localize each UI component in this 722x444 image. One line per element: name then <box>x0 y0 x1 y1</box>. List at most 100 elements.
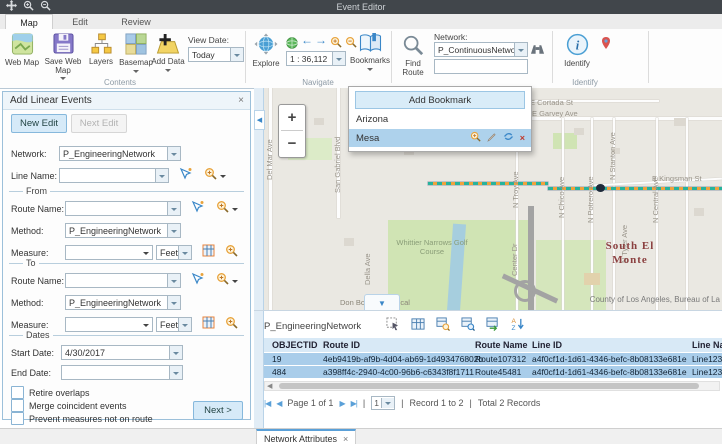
to-select-route-icon[interactable] <box>191 272 204 290</box>
to-method-select[interactable]: P_EngineeringNetwork <box>65 295 181 310</box>
from-zoom-caret-icon[interactable] <box>232 208 238 214</box>
bookmark-item-label: Mesa <box>356 133 379 144</box>
scrollbar-thumb[interactable] <box>279 383 699 389</box>
to-measure-zoom-icon[interactable] <box>225 316 238 334</box>
collapse-panel-button[interactable]: ◀ <box>254 110 265 130</box>
panel-close-icon[interactable]: × <box>238 95 244 106</box>
bookmark-refresh-icon[interactable] <box>503 131 514 145</box>
end-date-select[interactable] <box>61 365 183 380</box>
bookmark-item-arizona[interactable]: Arizona <box>349 111 531 127</box>
start-date-select[interactable]: 4/30/2017 <box>61 345 183 360</box>
cell-line-id: a4f0cf1d-1d61-4346-befc-8b08133e681e <box>532 354 687 364</box>
tab-map[interactable]: Map <box>5 14 53 30</box>
map-zoom-in-button[interactable]: + <box>279 105 305 130</box>
bookmark-delete-icon[interactable]: × <box>520 133 525 143</box>
table-icon[interactable] <box>411 317 425 336</box>
route-input[interactable] <box>434 59 528 74</box>
bookmark-zoom-icon[interactable] <box>470 131 481 145</box>
route-marker <box>596 184 605 192</box>
next-edit-button[interactable]: Next Edit <box>71 114 127 133</box>
explore-button[interactable]: Explore <box>250 33 282 69</box>
to-zoom-icon[interactable] <box>216 272 229 290</box>
event-route-segment <box>548 187 722 190</box>
from-route-name-select[interactable] <box>65 201 181 216</box>
from-select-route-icon[interactable] <box>191 200 204 218</box>
zoom-to-selection-icon[interactable] <box>436 317 450 336</box>
next-extent-icon[interactable]: → <box>315 34 327 46</box>
add-data-button[interactable]: Add Data <box>150 33 186 75</box>
pan-to-selection-icon[interactable] <box>461 317 475 336</box>
to-zoom-caret-icon[interactable] <box>232 280 238 286</box>
to-measure-combo[interactable] <box>65 317 153 332</box>
line-name-select[interactable] <box>59 168 169 183</box>
scale-select[interactable]: 1 : 36,112 <box>286 51 346 66</box>
to-measure-grid-icon[interactable] <box>202 316 215 334</box>
select-records-icon[interactable] <box>386 317 400 336</box>
scroll-left-icon[interactable]: ◀ <box>267 382 272 390</box>
network-select[interactable]: P_ContinuousNetwork <box>434 42 528 57</box>
from-measure-zoom-icon[interactable] <box>225 244 238 262</box>
binoculars-icon[interactable] <box>530 42 545 60</box>
horizontal-scrollbar[interactable]: ◀ <box>264 381 720 391</box>
cell-route-id: 4eb9419b-af9b-4d04-ab69-1d493476802b <box>323 354 483 364</box>
from-measure-grid-icon[interactable] <box>202 244 215 262</box>
from-zoom-icon[interactable] <box>216 200 229 218</box>
col-line-name[interactable]: Line Name <box>692 340 722 350</box>
bottom-tab-close-icon[interactable]: × <box>343 434 348 444</box>
to-route-name-select[interactable] <box>65 273 181 288</box>
panel-network-select[interactable]: P_EngineeringNetwork <box>59 146 181 161</box>
select-line-on-map-icon[interactable] <box>179 167 192 185</box>
table-network-label: P_EngineeringNetwork <box>264 321 361 332</box>
col-route-name[interactable]: Route Name <box>475 340 528 350</box>
identify-button[interactable]: i Identify <box>560 33 594 69</box>
line-name-caret-icon <box>155 169 168 182</box>
first-page-button[interactable]: |◀ <box>264 399 270 408</box>
find-route-icon <box>402 34 424 59</box>
col-objectid[interactable]: OBJECTID <box>272 340 318 350</box>
from-measure-label: Measure: <box>11 248 65 258</box>
svg-text:A: A <box>512 318 517 325</box>
bookmark-item-mesa[interactable]: Mesa × <box>349 129 531 147</box>
from-measure-combo[interactable] <box>65 245 153 260</box>
line-zoom-icon[interactable] <box>204 167 217 185</box>
prevent-measures-checkbox[interactable] <box>11 412 24 425</box>
collapse-table-button[interactable]: ▼ <box>364 294 400 310</box>
pin-icon[interactable] <box>600 36 612 55</box>
table-row[interactable]: 19 4eb9419b-af9b-4d04-ab69-1d493476802b … <box>264 353 722 365</box>
line-name-label: Line Name: <box>11 171 59 181</box>
bookmark-edit-icon[interactable] <box>487 132 497 145</box>
to-unit-select[interactable]: Feet <box>156 317 192 332</box>
table-row[interactable]: 484 a398ff4c-2940-4c00-96b6-c6343f8f1711… <box>264 366 722 378</box>
last-page-button[interactable]: ▶| <box>351 399 357 408</box>
find-route-button[interactable]: Find Route <box>398 34 428 77</box>
prev-page-button[interactable]: ◀ <box>276 399 281 408</box>
web-map-button[interactable]: Web Map <box>2 33 42 68</box>
table-pagination: |◀ ◀ Page 1 of 1 ▶ ▶| | 1 | Record 1 to … <box>264 395 722 411</box>
to-route-caret-icon <box>167 274 180 287</box>
tab-review[interactable]: Review <box>108 14 164 29</box>
new-edit-button[interactable]: New Edit <box>11 114 67 133</box>
tab-network-attributes[interactable]: Network Attributes × <box>256 429 356 444</box>
from-unit-select[interactable]: Feet <box>156 245 192 260</box>
map-zoom-out-button[interactable]: − <box>279 131 305 156</box>
save-web-map-button[interactable]: Save Web Map <box>44 33 82 83</box>
layers-button[interactable]: Layers <box>84 33 118 67</box>
col-route-id[interactable]: Route ID <box>323 340 360 350</box>
switch-selection-icon[interactable] <box>486 317 500 336</box>
from-method-select[interactable]: P_EngineeringNetwork <box>65 223 181 238</box>
page-number-select[interactable]: 1 <box>371 396 395 410</box>
bookmarks-button[interactable]: Bookmarks <box>352 33 388 74</box>
next-page-button[interactable]: ▶ <box>339 399 344 408</box>
next-button[interactable]: Next > <box>193 401 243 420</box>
add-bookmark-button[interactable]: Add Bookmark <box>355 91 525 109</box>
line-zoom-caret-icon[interactable] <box>220 175 226 181</box>
previous-extent-icon[interactable]: ← <box>301 34 313 46</box>
view-date-select[interactable]: Today <box>188 47 244 62</box>
tab-edit[interactable]: Edit <box>55 14 105 29</box>
from-legend: From <box>23 186 50 196</box>
to-unit-caret-icon <box>178 318 191 331</box>
bookmark-item-label: Arizona <box>356 114 388 125</box>
col-line-id[interactable]: Line ID <box>532 340 562 350</box>
sort-icon[interactable]: AZ <box>511 317 525 336</box>
panel-title: Add Linear Events <box>10 95 92 106</box>
